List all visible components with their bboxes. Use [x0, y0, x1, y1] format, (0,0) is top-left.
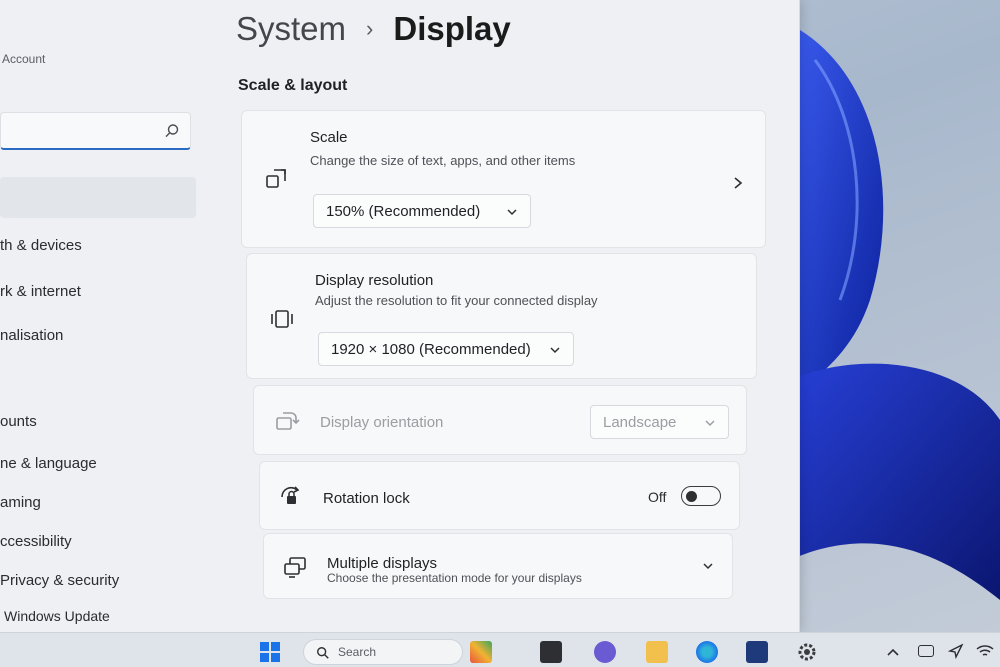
- sidebar-item-time-language[interactable]: ne & language: [0, 455, 97, 472]
- keyboard-icon[interactable]: [918, 645, 934, 657]
- file-explorer-icon[interactable]: [646, 641, 668, 663]
- edge-browser-icon[interactable]: [696, 641, 718, 663]
- rotation-lock-card: Rotation lock Off: [259, 461, 740, 530]
- sidebar-item-windows-update[interactable]: Windows Update: [4, 608, 110, 624]
- scale-title: Scale: [310, 129, 348, 146]
- task-view-icon[interactable]: [540, 641, 562, 663]
- scale-dropdown[interactable]: 150% (Recommended): [313, 194, 531, 228]
- sidebar-item-personalisation[interactable]: nalisation: [0, 327, 63, 344]
- toggle-knob: [686, 490, 697, 502]
- orientation-card: Display orientation Landscape: [253, 385, 747, 455]
- orientation-dropdown[interactable]: Landscape: [590, 405, 729, 439]
- breadcrumb-separator-icon: ›: [366, 16, 374, 41]
- sidebar-item-gaming[interactable]: aming: [0, 494, 41, 511]
- store-icon[interactable]: [746, 641, 768, 663]
- resolution-card: Display resolution Adjust the resolution…: [246, 253, 757, 379]
- chevron-down-icon: [507, 209, 517, 216]
- resolution-icon: [271, 310, 293, 328]
- scale-icon: [266, 169, 286, 188]
- scale-dropdown-value: 150% (Recommended): [326, 202, 481, 220]
- widgets-app-icon[interactable]: [470, 641, 492, 663]
- resolution-dropdown-value: 1920 × 1080 (Recommended): [331, 340, 531, 358]
- sidebar-item-privacy-security[interactable]: Privacy & security: [0, 572, 119, 589]
- page-title: Display: [393, 10, 511, 47]
- chevron-up-icon[interactable]: [886, 645, 900, 659]
- rotation-lock-icon: [281, 486, 300, 504]
- settings-window: Account th & devices rk & internet nalis…: [0, 0, 800, 632]
- chevron-down-icon: [705, 420, 715, 427]
- sidebar-item-bluetooth-devices[interactable]: th & devices: [0, 237, 82, 254]
- sidebar-item-system-selected[interactable]: [0, 177, 196, 218]
- scale-card[interactable]: Scale Change the size of text, apps, and…: [241, 110, 766, 248]
- taskbar-search-label: Search: [338, 645, 377, 659]
- breadcrumb: System › Display: [236, 10, 511, 48]
- orientation-title: Display orientation: [320, 414, 444, 431]
- settings-search-input[interactable]: [9, 119, 159, 143]
- taskbar-search[interactable]: Search: [303, 639, 463, 665]
- settings-search-box[interactable]: [0, 112, 191, 150]
- resolution-subtitle: Adjust the resolution to fit your connec…: [315, 293, 598, 308]
- search-icon[interactable]: [164, 123, 180, 139]
- breadcrumb-parent[interactable]: System: [236, 10, 346, 48]
- resolution-title: Display resolution: [315, 272, 434, 289]
- multiple-displays-subtitle: Choose the presentation mode for your di…: [327, 571, 582, 585]
- sidebar-item-network-internet[interactable]: rk & internet: [0, 283, 81, 300]
- section-title: Scale & layout: [238, 77, 348, 94]
- start-windows-icon[interactable]: [259, 641, 281, 663]
- chevron-down-icon[interactable]: [702, 561, 714, 571]
- taskbar: Search: [0, 632, 1000, 667]
- multiple-displays-card[interactable]: Multiple displays Choose the presentatio…: [263, 533, 733, 599]
- orientation-icon: [276, 412, 300, 430]
- search-icon: [317, 647, 329, 659]
- account-label: Account: [2, 52, 46, 66]
- resolution-dropdown[interactable]: 1920 × 1080 (Recommended): [318, 332, 574, 366]
- wifi-icon[interactable]: [976, 643, 994, 659]
- location-arrow-icon[interactable]: [948, 643, 964, 659]
- sidebar-item-accounts[interactable]: ounts: [0, 413, 37, 430]
- teams-chat-icon[interactable]: [594, 641, 616, 663]
- scale-subtitle: Change the size of text, apps, and other…: [310, 153, 576, 168]
- sidebar: Account th & devices rk & internet nalis…: [0, 0, 215, 632]
- chevron-down-icon: [550, 347, 560, 354]
- rotation-lock-state-label: Off: [648, 489, 667, 505]
- chevron-right-icon[interactable]: [732, 176, 744, 190]
- settings-gear-icon[interactable]: [796, 641, 818, 663]
- multiple-displays-title: Multiple displays: [327, 555, 438, 572]
- rotation-lock-toggle[interactable]: [681, 486, 721, 506]
- rotation-lock-title: Rotation lock: [323, 490, 410, 507]
- orientation-dropdown-value: Landscape: [603, 413, 677, 431]
- sidebar-item-accessibility[interactable]: ccessibility: [0, 533, 72, 550]
- multiple-displays-icon: [284, 557, 306, 578]
